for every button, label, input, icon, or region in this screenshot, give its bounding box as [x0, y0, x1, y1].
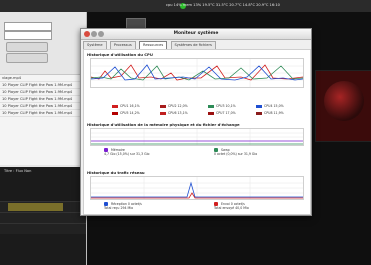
tab-bar: Système Processus Ressources Systèmes de… [83, 41, 309, 49]
video-preview [315, 70, 371, 142]
tx-legend-item: Envoi 0 octet/s Total envoyé 40,0 Mio [214, 202, 249, 210]
cpu8-swatch [256, 111, 262, 115]
cpu4-legend: CPU4 15,0% [256, 104, 284, 108]
left-app-field-1[interactable] [4, 22, 52, 31]
list-item[interactable]: vlage.mp4 [0, 75, 86, 82]
cpu6-legend: CPU6 13,1% [160, 111, 188, 115]
list-item[interactable]: 10 Player CLIP Fight the Pow 1.9M.mp4 [0, 110, 86, 117]
timeline-track[interactable] [0, 212, 86, 223]
timeline-title: Titre : Flux Non [4, 169, 32, 173]
timeline-clip[interactable] [8, 203, 63, 211]
left-app-field-2[interactable] [4, 31, 52, 40]
cpu8-legend: CPU8 11,9% [256, 111, 284, 115]
tab-processes[interactable]: Processus [109, 41, 136, 49]
rx-legend-item: Réception 0 octet/s Total reçu 294 Mio [104, 202, 142, 210]
system-monitor-window: Moniteur système Système Processus Resso… [80, 28, 312, 216]
cpu3-swatch [208, 104, 214, 108]
cpu6-swatch [160, 111, 166, 115]
cpu3-legend: CPU3 10,1% [208, 104, 236, 108]
network-legend: Réception 0 octet/s Total reçu 294 Mio E… [104, 202, 304, 214]
resources-panel: Historique d'utilisation du CPU CPU1 16,… [83, 49, 311, 215]
cpu-legend: CPU1 16,1% CPU2 12,0% CPU3 10,1% CPU4 15… [112, 104, 292, 118]
cpu5-legend: CPU5 14,2% [112, 111, 140, 115]
tab-resources[interactable]: Ressources [138, 41, 168, 49]
timeline-panel: Titre : Flux Non [0, 167, 86, 265]
memory-legend-item: Mémoire 4,7 Gio (15,0%) sur 31,3 Gio [104, 148, 150, 156]
list-item[interactable]: 10 Player CLIP Fight the Pow 1.9M.mp4 [0, 89, 86, 96]
network-section-title: Historique du trafic réseau [87, 170, 145, 175]
list-item[interactable]: 10 Player CLIP Fight the Pow 1.9M.mp4 [0, 103, 86, 110]
tab-system[interactable]: Système [83, 41, 107, 49]
cpu7-legend: CPU7 17,0% [208, 111, 236, 115]
tab-filesystems[interactable]: Systèmes de fichiers [170, 41, 216, 49]
cpu5-swatch [112, 111, 118, 115]
cpu-section-title: Historique d'utilisation du CPU [87, 52, 153, 57]
cpu4-swatch [256, 104, 262, 108]
preview-image [324, 81, 364, 121]
memory-section-title: Historique d'utilisation de la mémoire p… [87, 122, 240, 127]
left-app-button-2[interactable] [6, 53, 48, 63]
swap-legend-item: Swap 0 octet (0,0%) sur 31,9 Gio [214, 148, 258, 156]
left-app-list: vlage.mp4 10 Player CLIP Fight the Pow 1… [0, 74, 86, 165]
list-item[interactable]: 10 Player CLIP Fight the Pow 1.9M.mp4 [0, 96, 86, 103]
cpu1-swatch [112, 104, 118, 108]
cpu1-legend: CPU1 16,1% [112, 104, 140, 108]
memory-chart [90, 128, 304, 146]
timeline-track[interactable] [0, 201, 86, 212]
left-app-window: vlage.mp4 10 Player CLIP Fight the Pow 1… [0, 12, 87, 265]
window-titlebar[interactable]: Moniteur système [81, 29, 311, 40]
system-status-text: cpu 14% mem 13% 19.5°C 31.5°C 20.7°C 14.… [166, 3, 280, 7]
cpu7-swatch [208, 111, 214, 115]
timeline-track[interactable] [0, 223, 86, 234]
cpu2-legend: CPU2 12,0% [160, 104, 188, 108]
window-title: Moniteur système [173, 31, 219, 36]
cpu2-swatch [160, 104, 166, 108]
memory-legend: Mémoire 4,7 Gio (15,0%) sur 31,3 Gio Swa… [104, 148, 304, 164]
network-chart [90, 176, 304, 200]
left-app-button-1[interactable] [6, 42, 48, 52]
cpu-chart [90, 58, 304, 88]
list-item[interactable]: 10 Player CLIP Fight the Pow 1.9M.mp4 [0, 82, 86, 89]
